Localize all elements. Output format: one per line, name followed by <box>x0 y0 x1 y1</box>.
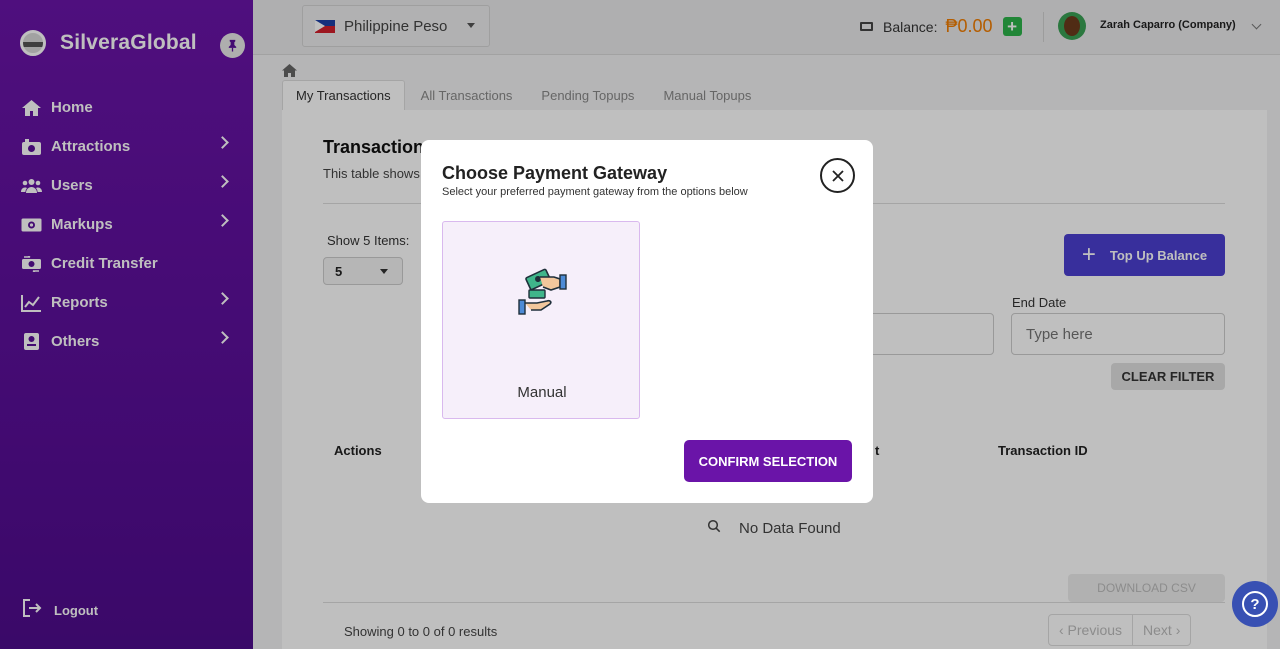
gateway-option-manual[interactable]: Manual <box>442 221 640 419</box>
dialog-title: Choose Payment Gateway <box>442 163 668 183</box>
help-button[interactable]: ? <box>1232 581 1278 627</box>
payment-gateway-dialog: Choose Payment Gateway Select your prefe… <box>421 140 873 503</box>
confirm-selection-button[interactable]: CONFIRM SELECTION <box>684 440 852 482</box>
close-icon <box>831 169 844 182</box>
help-icon: ? <box>1242 591 1268 617</box>
dialog-subtitle: Select your preferred payment gateway fr… <box>442 186 748 198</box>
close-button[interactable] <box>820 158 855 193</box>
gateway-option-label: Manual <box>517 384 567 401</box>
cash-hand-icon <box>518 268 567 315</box>
